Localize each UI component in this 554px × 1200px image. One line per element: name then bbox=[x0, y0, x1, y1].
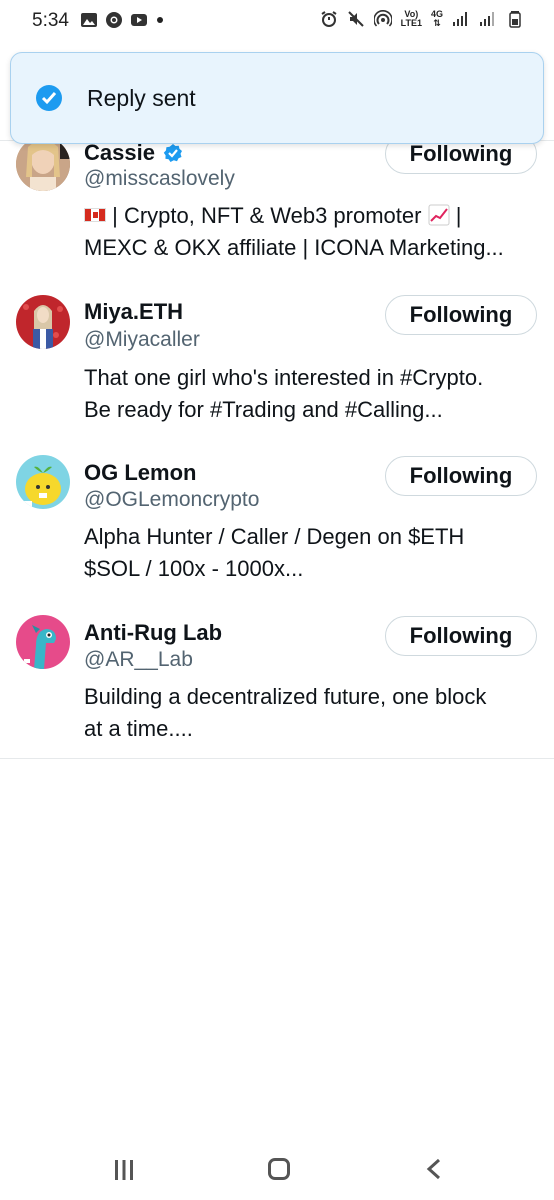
display-name[interactable]: Miya.ETH bbox=[84, 299, 183, 325]
volte-icon: Vo) LTE1 bbox=[400, 9, 422, 28]
recent-apps-icon[interactable] bbox=[113, 1160, 135, 1180]
chrome-icon bbox=[106, 12, 122, 28]
user-handle[interactable]: @OGLemoncrypto bbox=[84, 488, 259, 512]
user-row-miya[interactable]: Miya.ETH @Miyacaller That one girl who's… bbox=[0, 290, 554, 450]
status-time: 5:34 bbox=[32, 10, 69, 31]
toast-message: Reply sent bbox=[87, 85, 196, 111]
signal-icon-2 bbox=[480, 12, 494, 26]
status-right-icons: Vo) LTE1 4G ⇅ bbox=[320, 10, 524, 28]
display-name[interactable]: Anti-Rug Lab bbox=[84, 620, 222, 646]
status-left-icons bbox=[80, 11, 163, 29]
system-nav-bar bbox=[0, 1140, 554, 1200]
check-circle-icon bbox=[36, 85, 62, 111]
list-end-divider bbox=[0, 758, 554, 759]
following-button[interactable]: Following bbox=[385, 456, 537, 496]
user-bio: That one girl who's interested in #Crypt… bbox=[84, 365, 484, 422]
hotspot-icon bbox=[373, 10, 392, 27]
user-bio: Building a decentralized future, one blo… bbox=[84, 684, 487, 741]
name-line: Miya.ETH bbox=[84, 299, 183, 325]
avatar[interactable] bbox=[16, 615, 70, 669]
name-line: OG Lemon bbox=[84, 460, 196, 486]
user-row-antirug[interactable]: Anti-Rug Lab @AR__Lab Building a decentr… bbox=[0, 610, 554, 770]
signal-icon bbox=[453, 12, 467, 26]
following-button[interactable]: Following bbox=[385, 616, 537, 656]
battery-icon bbox=[509, 11, 521, 28]
home-icon[interactable] bbox=[268, 1158, 290, 1180]
user-handle[interactable]: @AR__Lab bbox=[84, 648, 193, 672]
user-handle[interactable]: @misscaslovely bbox=[84, 167, 235, 191]
mute-icon bbox=[347, 11, 364, 27]
alarm-icon bbox=[321, 11, 337, 27]
display-name[interactable]: OG Lemon bbox=[84, 460, 196, 486]
youtube-icon bbox=[131, 14, 147, 26]
status-bar: 5:34 Vo) LTE1 4G ⇅ bbox=[0, 0, 554, 42]
verified-badge-icon bbox=[163, 144, 182, 162]
notification-dot-icon bbox=[157, 17, 163, 23]
canada-flag-icon bbox=[84, 208, 106, 222]
avatar[interactable] bbox=[16, 455, 70, 509]
user-bio: | Crypto, NFT & Web3 promoter | MEXC & O… bbox=[84, 203, 504, 260]
4g-icon: 4G ⇅ bbox=[430, 9, 443, 28]
following-button[interactable]: Following bbox=[385, 295, 537, 335]
avatar[interactable] bbox=[16, 295, 70, 349]
user-handle[interactable]: @Miyacaller bbox=[84, 328, 200, 352]
user-row-oglemon[interactable]: OG Lemon @OGLemoncrypto Alpha Hunter / C… bbox=[0, 450, 554, 610]
chart-increasing-icon bbox=[428, 204, 450, 226]
user-row-cassie[interactable]: Cassie @misscaslovely | Crypto, NFT & We… bbox=[0, 130, 554, 290]
name-line: Anti-Rug Lab bbox=[84, 620, 222, 646]
user-bio: Alpha Hunter / Caller / Degen on $ETH $S… bbox=[84, 524, 465, 581]
avatar[interactable] bbox=[16, 137, 70, 191]
gallery-icon bbox=[81, 13, 97, 27]
reply-sent-toast[interactable]: Reply sent bbox=[10, 52, 544, 144]
back-icon[interactable] bbox=[426, 1158, 442, 1180]
